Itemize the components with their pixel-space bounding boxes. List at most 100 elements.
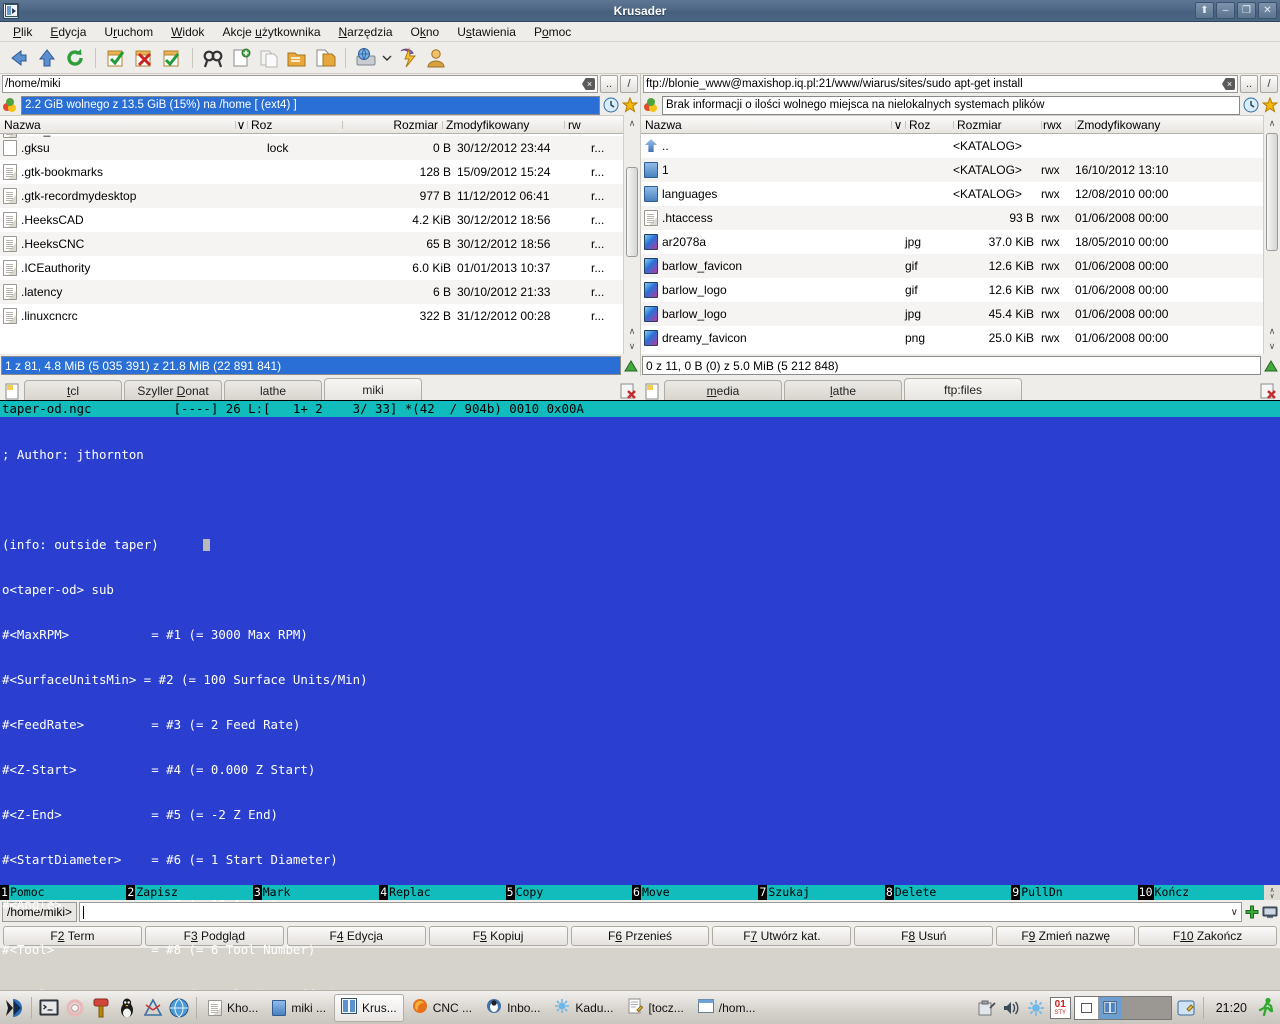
totals-icon[interactable] xyxy=(1263,358,1279,374)
task-krusader[interactable]: Krus... xyxy=(334,993,404,1022)
menu-plik[interactable]: PPliklik xyxy=(4,23,41,41)
close-tab-icon[interactable] xyxy=(618,383,638,400)
tab-lathe[interactable]: lathe xyxy=(224,380,322,400)
scroll-up-icon[interactable]: ∧ xyxy=(1265,116,1280,130)
right-vertical-scrollbar[interactable]: ∧ ∧ ∨ xyxy=(1263,115,1280,354)
menu-uruchom[interactable]: Uruchom xyxy=(95,23,162,41)
screenshot-icon[interactable] xyxy=(1175,997,1197,1019)
table-row[interactable]: barlow_logo jpg 45.4 KiB rwx 01/06/2008 … xyxy=(641,302,1263,326)
krusader-icon[interactable] xyxy=(3,2,19,19)
menu-okno[interactable]: Okno xyxy=(402,23,449,41)
terminal-launcher-icon[interactable] xyxy=(37,996,61,1020)
table-row[interactable]: 1 <KATALOG> rwx 16/10/2012 13:10 xyxy=(641,158,1263,182)
new-tab-icon[interactable] xyxy=(642,383,662,400)
command-input[interactable]: ∨ xyxy=(79,902,1242,922)
task-kadu[interactable]: Kadu... xyxy=(548,994,619,1022)
clear-icon[interactable]: × xyxy=(582,78,595,90)
compare-folders-icon[interactable] xyxy=(284,45,310,71)
right-sort-indicator[interactable]: ∨ xyxy=(891,118,905,132)
tab-ftp-files[interactable]: ftp:files xyxy=(904,378,1022,400)
task-home[interactable]: /hom... xyxy=(692,994,762,1022)
mcedit-fkey-3[interactable]: 3 Mark xyxy=(252,885,380,900)
shade-button[interactable]: ⬆ xyxy=(1195,2,1214,19)
right-nav-up-button[interactable]: .. xyxy=(1240,75,1258,93)
mcedit-fkey-4[interactable]: 4 Replac xyxy=(379,885,506,900)
select-all-icon[interactable] xyxy=(159,45,185,71)
right-col-roz[interactable]: Roz xyxy=(905,118,953,132)
table-row[interactable]: barlow_favicon gif 12.6 KiB rwx 01/06/20… xyxy=(641,254,1263,278)
desktop-2[interactable] xyxy=(1098,996,1123,1019)
table-row[interactable]: .htaccess 93 B rwx 01/06/2008 00:00 xyxy=(641,206,1263,230)
browser-icon[interactable] xyxy=(167,996,191,1020)
settings-launcher-icon[interactable] xyxy=(63,996,87,1020)
table-row[interactable]: .gksu lock 0 B 30/12/2012 23:44 r... xyxy=(0,136,623,160)
kde-tool-icon[interactable] xyxy=(89,996,113,1020)
right-file-list[interactable]: .. <KATALOG> 1 <KATALOG> rwx 16/10/2012 … xyxy=(641,134,1263,354)
bookmark-icon[interactable] xyxy=(1261,96,1279,113)
maximize-button[interactable]: ❐ xyxy=(1237,2,1256,19)
up-icon[interactable] xyxy=(34,45,60,71)
left-vertical-scrollbar[interactable]: ∧ ∧ ∨ xyxy=(623,115,640,354)
right-col-rozmiar[interactable]: Rozmiar xyxy=(953,118,1041,132)
select-group-icon[interactable] xyxy=(103,45,129,71)
new-file-icon[interactable] xyxy=(228,45,254,71)
unselect-group-icon[interactable] xyxy=(131,45,157,71)
right-nav-root-button[interactable]: / xyxy=(1260,75,1278,93)
taskbar-clock[interactable]: 21:20 xyxy=(1210,1001,1253,1015)
menu-akcje-uzytkownika[interactable]: Akcje użytkownika xyxy=(213,23,329,41)
table-row[interactable]: languages <KATALOG> rwx 12/08/2010 00:00 xyxy=(641,182,1263,206)
kadu-tray-icon[interactable] xyxy=(1025,997,1047,1019)
menu-edycja[interactable]: Edycja xyxy=(41,23,95,41)
left-col-nazwa[interactable]: Nazwa xyxy=(0,118,235,132)
table-row[interactable]: .. <KATALOG> xyxy=(641,134,1263,158)
left-url-input[interactable]: /home/miki × xyxy=(2,75,598,93)
root-mode-icon[interactable] xyxy=(423,45,449,71)
left-file-list[interactable]: .esd_auth 16 B 11/02/2012 02:45 r... .gk… xyxy=(0,134,623,354)
runner-icon[interactable] xyxy=(1256,997,1278,1019)
tab-tcl[interactable]: tcl xyxy=(24,380,122,400)
left-nav-root-button[interactable]: / xyxy=(620,75,638,93)
left-col-zmodyfikowany[interactable]: Zmodyfikowany xyxy=(442,118,564,132)
mcedit-fkey-7[interactable]: 7 Szukaj xyxy=(758,885,885,900)
table-row[interactable]: .HeeksCNC 65 B 30/12/2012 18:56 r... xyxy=(0,232,623,256)
mcedit-fkey-2[interactable]: 2 Zapisz xyxy=(126,885,253,900)
tab-miki[interactable]: miki xyxy=(324,378,422,400)
close-button[interactable]: ✕ xyxy=(1258,2,1277,19)
table-row[interactable]: dreamy_favicon png 25.0 KiB rwx 01/06/20… xyxy=(641,326,1263,350)
minimize-button[interactable]: – xyxy=(1216,2,1235,19)
scroll-up-icon[interactable]: ∧ xyxy=(625,116,640,130)
clear-icon[interactable]: × xyxy=(1222,78,1235,90)
mcedit-fkey-8[interactable]: 8 Delete xyxy=(884,885,1012,900)
tab-szyller-donat[interactable]: Szyller Donat xyxy=(124,380,222,400)
menu-widok[interactable]: Widok xyxy=(162,23,213,41)
media-icon[interactable] xyxy=(643,97,659,113)
table-row[interactable]: .gtk-recordmydesktop 977 B 11/12/2012 06… xyxy=(0,184,623,208)
totals-icon[interactable] xyxy=(623,358,639,374)
history-icon[interactable] xyxy=(1243,97,1259,113)
klipper-icon[interactable] xyxy=(975,997,997,1019)
mcedit-fkey-1[interactable]: 1 Pomoc xyxy=(0,885,127,900)
tab-lathe-right[interactable]: lathe xyxy=(784,380,902,400)
media-icon[interactable] xyxy=(2,97,18,113)
reload-icon[interactable] xyxy=(62,45,88,71)
menu-pomoc[interactable]: Pomoc xyxy=(525,23,580,41)
task-cnc[interactable]: CNC ... xyxy=(406,994,478,1022)
scroll-up-small-icon[interactable]: ∧ xyxy=(625,324,640,338)
right-col-zmodyfikowany[interactable]: Zmodyfikowany xyxy=(1075,118,1205,132)
table-row[interactable]: .gtk-bookmarks 128 B 15/09/2012 15:24 r.… xyxy=(0,160,623,184)
mount-icon[interactable] xyxy=(353,45,379,71)
right-col-rwx[interactable]: rwx xyxy=(1041,118,1075,132)
table-row[interactable]: ar2078a jpg 37.0 KiB rwx 18/05/2010 00:0… xyxy=(641,230,1263,254)
mcedit-fkey-6[interactable]: 6 Move xyxy=(632,885,759,900)
terminal-scroll-arrows[interactable]: ∧ ∨ xyxy=(1264,885,1280,900)
back-icon[interactable] xyxy=(6,45,32,71)
desktop-4[interactable] xyxy=(1146,996,1171,1019)
sync-folders-icon[interactable] xyxy=(312,45,338,71)
kmenu-icon[interactable] xyxy=(2,996,26,1020)
mcedit-fkey-5[interactable]: 5 Copy xyxy=(505,885,633,900)
desktop-1[interactable] xyxy=(1074,996,1099,1019)
copy-icon[interactable] xyxy=(256,45,282,71)
volume-icon[interactable] xyxy=(1000,997,1022,1019)
right-url-input[interactable]: ftp://blonie_www@maxishop.iq.pl:21/www/w… xyxy=(643,75,1238,93)
scroll-up-small-icon[interactable]: ∧ xyxy=(1265,324,1280,338)
